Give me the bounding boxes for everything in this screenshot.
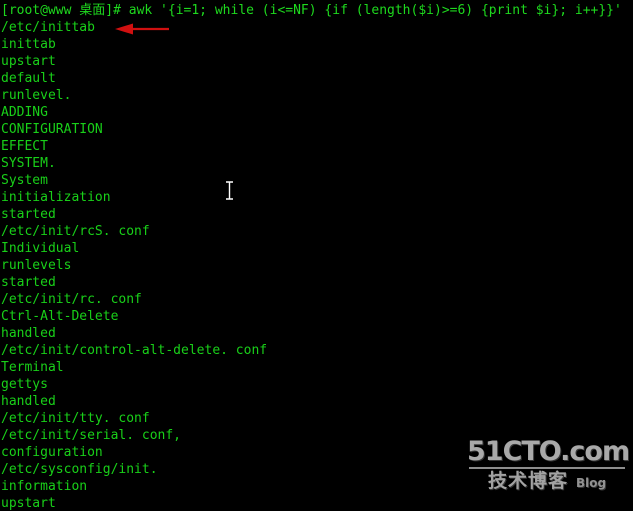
terminal-output-line: EFFECT: [1, 139, 48, 154]
terminal-output-line: upstart: [1, 54, 56, 69]
terminal-output-line: initialization: [1, 190, 111, 205]
terminal-output-line: Individual: [1, 241, 80, 256]
terminal-output-line: handled: [1, 394, 56, 409]
terminal-output-line: /etc/init/rc. conf: [1, 292, 142, 307]
terminal-prompt-line: [root@www 桌面]# awk '{i=1; while (i<=NF) …: [1, 3, 622, 18]
terminal-output-line: information: [1, 479, 88, 494]
terminal-output-line: Terminal: [1, 360, 64, 375]
terminal-output-line: default: [1, 71, 56, 86]
terminal-output-line: ADDING: [1, 105, 48, 120]
terminal-output-line: SYSTEM.: [1, 156, 56, 171]
terminal-output-line: started: [1, 275, 56, 290]
terminal-output-line: started: [1, 207, 56, 222]
terminal-output-line: CONFIGURATION: [1, 122, 103, 137]
terminal-output-line: System: [1, 173, 48, 188]
terminal-output: /etc/inittab inittab upstart default runleve…: [1, 19, 633, 511]
terminal-output-line: /etc/init/serial. conf,: [1, 428, 182, 443]
terminal-screen[interactable]: [root@www 桌面]# awk '{i=1; while (i<=NF) …: [0, 0, 633, 511]
terminal-output-line: upstart: [1, 496, 56, 511]
terminal-output-line: /etc/init/tty. conf: [1, 411, 150, 426]
terminal-window[interactable]: [root@www 桌面]# awk '{i=1; while (i<=NF) …: [0, 0, 633, 511]
terminal-output-line: /etc/inittab: [1, 20, 95, 35]
terminal-output-line: runlevel.: [1, 88, 72, 103]
terminal-output-line: /etc/init/control-alt-delete. conf: [1, 343, 268, 358]
terminal-output-line: /etc/sysconfig/init.: [1, 462, 158, 477]
terminal-output-line: inittab: [1, 37, 56, 52]
terminal-output-line: runlevels: [1, 258, 72, 273]
terminal-output-line: Ctrl-Alt-Delete: [1, 309, 119, 324]
terminal-output-line: handled: [1, 326, 56, 341]
terminal-output-line: gettys: [1, 377, 48, 392]
terminal-output-line: configuration: [1, 445, 103, 460]
terminal-output-line: /etc/init/rcS. conf: [1, 224, 150, 239]
